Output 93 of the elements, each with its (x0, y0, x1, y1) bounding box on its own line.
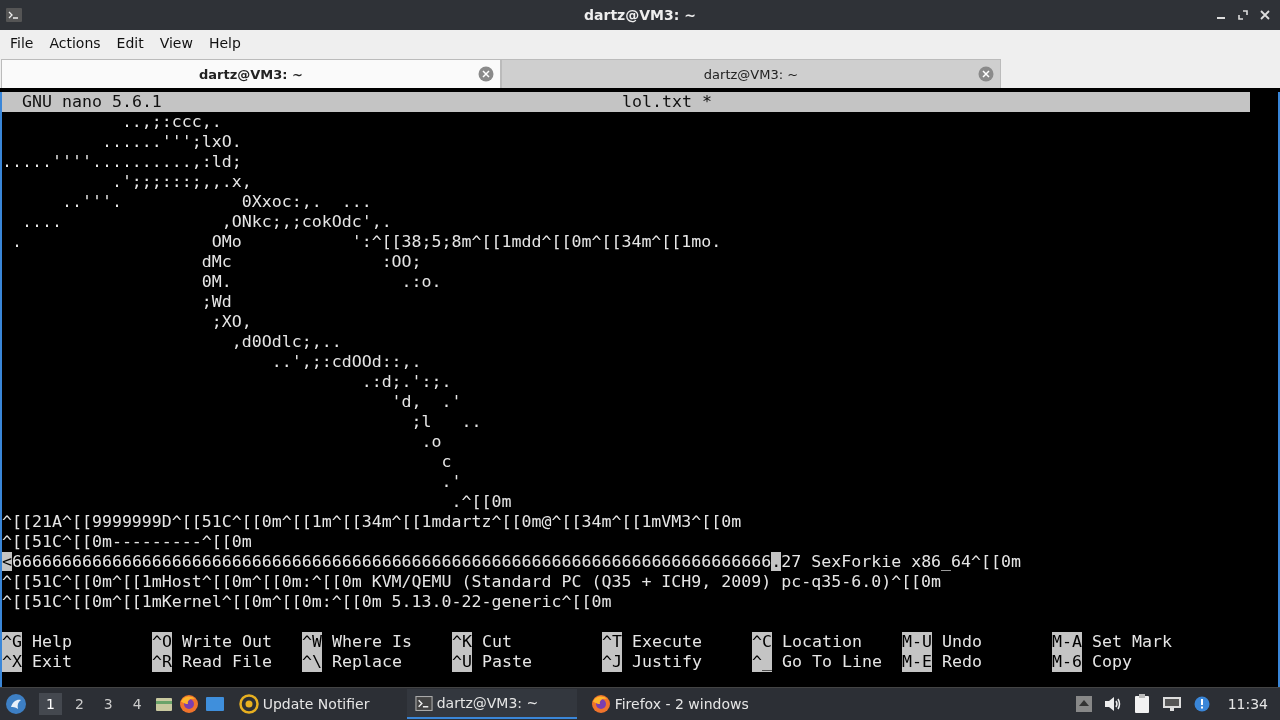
shortcut-label: Where Is (332, 632, 412, 652)
editor-version: GNU nano 5.6.1 (22, 92, 162, 112)
clock: 11:34 (1227, 696, 1268, 712)
tab[interactable]: dartz@VM3: ~ (501, 59, 1001, 88)
menu-item[interactable]: Edit (108, 35, 152, 51)
shortcut-label: Cut (482, 632, 512, 652)
text-line: .';;;:::;,,.x, (110, 172, 253, 192)
text-line: ;l .. (410, 412, 483, 432)
start-menu-icon[interactable] (5, 693, 27, 715)
highlighted-text: < (2, 552, 12, 571)
shortcut-label: Copy (1092, 652, 1132, 672)
close-icon[interactable] (1260, 10, 1270, 20)
shortcut-label: Replace (332, 652, 402, 672)
line-text: 6666666666666666666666666666666666666666666666666666666666666666666666666666 (12, 552, 772, 571)
menu-item[interactable]: File (2, 35, 42, 51)
shortcut-label: Read File (182, 652, 272, 672)
file-name: lol.txt * (622, 92, 712, 112)
text-line: . OMo ':^[[38;5;8m^[[1mdd^[[0m^[[34m^[[1mo. (11, 232, 723, 252)
shortcut-label: Execute (632, 632, 702, 652)
menu-item[interactable]: Help (200, 35, 249, 51)
highlighted-text: . (771, 552, 782, 571)
line-text: 27 SexForkie x86_64^[[0m (781, 552, 1022, 571)
text-line: ......''';lxO. (100, 132, 243, 152)
text-line: .' (440, 472, 463, 492)
window-title: dartz@VM3: ~ (584, 7, 696, 23)
shortcut-label: Location (782, 632, 862, 652)
text-line: 0M. .:o. (200, 272, 443, 292)
terminal-icon (414, 695, 433, 711)
shortcut-key: M-U (902, 632, 932, 652)
firefox-icon[interactable] (178, 694, 199, 714)
shortcut-label: Write Out (182, 632, 272, 652)
shortcut-key: ^U (452, 652, 472, 672)
shortcut-key: ^T (602, 632, 622, 652)
terminal-icon[interactable] (6, 8, 22, 22)
text-line: c (440, 452, 453, 472)
text-line: ^[[51C^[[0m^[[1mHost^[[0m^[[0m:^[[0m KVM/QEMU (Standard PC (Q35 + ICH9, 2009) pc-q35-6.0)^[[0m (2, 572, 943, 592)
speaker-icon[interactable] (1103, 696, 1122, 712)
text-line: .^[[0m (450, 492, 513, 512)
text-line: ..'''. 0Xxoc:,. ... (60, 192, 373, 212)
taskbar-button[interactable]: dartz@VM3: ~ (406, 689, 577, 719)
shortcut-key: ^R (152, 652, 172, 672)
text-line: ^[[51C^[[0m^[[1mKernel^[[0m^[[0m:^[[0m 5.13.0-22-generic^[[0m (2, 592, 613, 612)
shortcut-label: Undo (942, 632, 982, 652)
shortcut-label: Exit (32, 652, 72, 672)
update-icon (238, 694, 259, 714)
network-icon[interactable] (1161, 695, 1182, 713)
shortcut-label: Paste (482, 652, 532, 672)
text-line: .... ,ONkc;,;cokOdc',. (20, 212, 393, 232)
shortcut-label: Set Mark (1092, 632, 1172, 652)
shortcut-label: Redo (942, 652, 982, 672)
shortcut-key: M-A (1052, 632, 1082, 652)
workspace-button[interactable]: 4 (125, 693, 149, 715)
taskbar-button[interactable]: Firefox - 2 windows (582, 689, 757, 719)
menu-item[interactable]: Actions (41, 35, 109, 51)
text-line: ^[[21A^[[9999999D^[[51C^[[0m^[[1m^[[34m^[[1mdartz^[[0m@^[[34m^[[1mVM3^[[0m (2, 512, 743, 532)
shortcut-key: ^\ (302, 652, 322, 672)
shortcut-key: ^X (2, 652, 22, 672)
text-line: .....''''..........,:ld; (2, 152, 243, 172)
firefox-icon (590, 694, 611, 714)
text-line: .o (420, 432, 443, 452)
text-line: 'd, .' (390, 392, 463, 412)
shortcut-key: ^C (752, 632, 772, 652)
tab[interactable]: dartz@VM3: ~ (1, 59, 501, 88)
desktop-icon[interactable] (204, 696, 225, 712)
text-line: ,d0Odlc;,.. (230, 332, 343, 352)
text-line: ;XO, (210, 312, 253, 332)
workspace-button[interactable]: 3 (96, 693, 120, 715)
shortcut-key: ^O (152, 632, 172, 652)
shortcut-key: ^K (452, 632, 472, 652)
text-line: ..,;:ccc,. (120, 112, 223, 132)
text-line: ..',;:cdOOd::,. (270, 352, 423, 372)
text-line: .:d;.':;. (360, 372, 453, 392)
workspace-button[interactable]: 1 (39, 693, 62, 715)
shortcut-label: Help (32, 632, 72, 652)
maximize-icon[interactable] (1238, 10, 1248, 20)
info-icon[interactable] (1193, 696, 1210, 712)
taskbar-button[interactable]: Update Notifier (230, 689, 401, 719)
shortcut-key: M-6 (1052, 652, 1082, 672)
shortcut-label: Justify (632, 652, 702, 672)
shortcut-key: ^G (2, 632, 22, 652)
shortcut-key: ^W (302, 632, 322, 652)
workspace-button[interactable]: 2 (67, 693, 91, 715)
text-line: ;Wd (200, 292, 233, 312)
folder-icon[interactable] (154, 695, 173, 713)
text-line: dMc :OO; (200, 252, 423, 272)
shortcut-key: ^_ (752, 652, 772, 672)
menu-item[interactable]: View (151, 35, 201, 51)
shortcut-key: M-E (902, 652, 932, 672)
shortcut-key: ^J (602, 652, 622, 672)
eject-icon[interactable] (1075, 696, 1092, 712)
text-line: ^[[51C^[[0m---------^[[0m (2, 532, 253, 552)
clipboard-icon[interactable] (1133, 694, 1150, 714)
shortcut-label: Go To Line (782, 652, 882, 672)
